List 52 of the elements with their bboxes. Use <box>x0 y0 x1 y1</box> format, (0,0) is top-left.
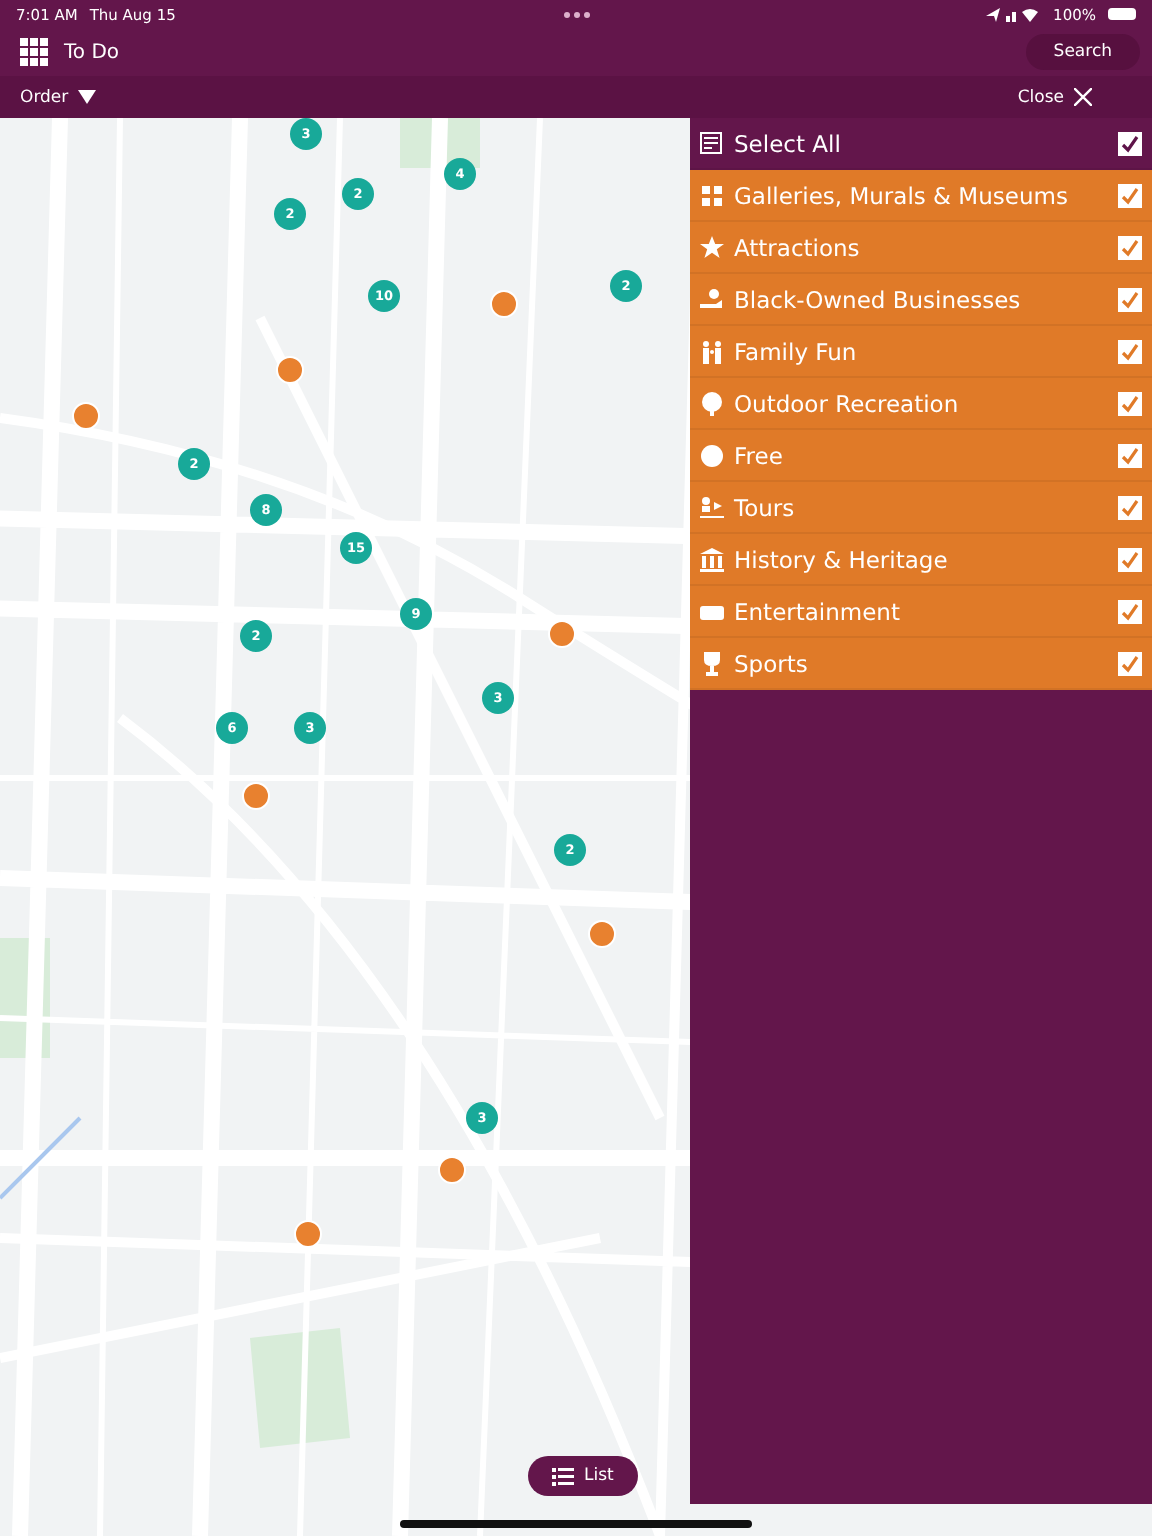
trophy-icon <box>700 651 724 675</box>
family-icon <box>700 339 724 363</box>
category-checkbox[interactable] <box>1118 599 1142 623</box>
category-label: Outdoor Recreation <box>734 389 961 417</box>
category-checkbox[interactable] <box>1118 443 1142 467</box>
category-label: History & Heritage <box>734 545 950 573</box>
category-row[interactable]: Outdoor Recreation <box>690 378 1152 430</box>
caret-down-icon <box>78 90 97 104</box>
multitask-dots-icon <box>564 12 590 18</box>
signal-wifi-icon <box>985 5 1042 23</box>
category-label: Attractions <box>734 233 862 261</box>
category-row[interactable]: Galleries, Murals & Museums <box>690 170 1152 222</box>
grid-menu-icon[interactable] <box>20 38 48 66</box>
search-button[interactable]: Search <box>1025 34 1140 70</box>
category-label: Sports <box>734 649 810 677</box>
category-row[interactable]: Attractions <box>690 222 1152 274</box>
category-checkbox[interactable] <box>1118 547 1142 571</box>
list-button[interactable]: List <box>528 1456 638 1496</box>
order-dropdown[interactable]: Order <box>20 87 97 107</box>
page-title: To Do <box>64 41 122 63</box>
category-checkbox[interactable] <box>1118 287 1142 311</box>
select-all-checkbox[interactable] <box>1118 131 1142 155</box>
category-checkbox[interactable] <box>1118 391 1142 415</box>
select-all-label: Select All <box>734 129 843 157</box>
category-label: Family Fun <box>734 337 859 365</box>
close-icon <box>1074 88 1092 106</box>
category-row[interactable]: Entertainment <box>690 586 1152 638</box>
category-checkbox[interactable] <box>1118 235 1142 259</box>
close-button[interactable]: Close <box>1017 87 1092 107</box>
battery-icon <box>1108 8 1136 20</box>
category-row[interactable]: History & Heritage <box>690 534 1152 586</box>
category-label: Galleries, Murals & Museums <box>734 181 1070 209</box>
category-row[interactable]: Black-Owned Businesses <box>690 274 1152 326</box>
checklist-icon <box>700 131 724 155</box>
category-checkbox[interactable] <box>1118 651 1142 675</box>
star-icon <box>700 235 724 259</box>
category-checkbox[interactable] <box>1118 183 1142 207</box>
list-icon <box>552 1467 574 1485</box>
museum-building-icon <box>700 547 724 571</box>
tree-icon <box>700 391 724 415</box>
category-label: Black-Owned Businesses <box>734 285 1023 313</box>
gallery-icon <box>700 183 724 207</box>
category-label: Free <box>734 441 785 469</box>
category-checkbox[interactable] <box>1118 339 1142 363</box>
category-checkbox[interactable] <box>1118 495 1142 519</box>
tour-flag-icon <box>700 495 724 519</box>
category-row[interactable]: Family Fun <box>690 326 1152 378</box>
category-label: Tours <box>734 493 797 521</box>
category-row[interactable]: Tours <box>690 482 1152 534</box>
category-label: Entertainment <box>734 597 902 625</box>
category-row[interactable]: Free <box>690 430 1152 482</box>
category-row[interactable]: Sports <box>690 638 1152 690</box>
